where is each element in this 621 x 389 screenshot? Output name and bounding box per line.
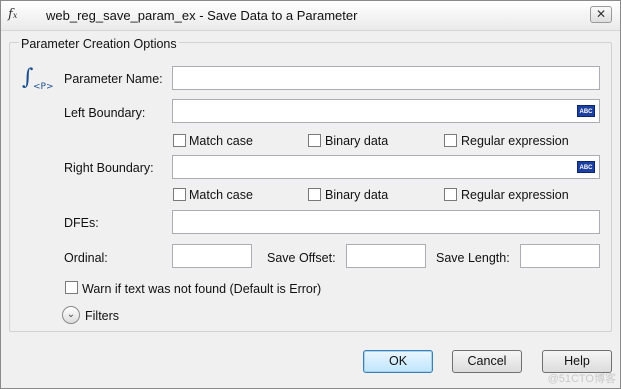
cancel-button[interactable]: Cancel [452,350,522,373]
save-offset-label: Save Offset: [267,251,336,265]
watermark: @51CTO博客 [547,373,616,385]
window-title: web_reg_save_param_ex - Save Data to a P… [46,8,358,23]
right-boundary-label: Right Boundary: [64,161,154,175]
parameter-icon-glyph: ∫ [22,65,34,90]
left-regex-label: Regular expression [461,134,569,148]
right-boundary-input[interactable] [172,155,600,179]
right-match-case-label: Match case [189,188,253,202]
ok-button[interactable]: OK [363,350,433,373]
group-label: Parameter Creation Options [19,37,179,51]
left-boundary-label: Left Boundary: [64,106,146,120]
filters-label[interactable]: Filters [85,309,119,323]
right-regex-checkbox[interactable] [444,188,457,201]
left-regex-checkbox[interactable] [444,134,457,147]
save-length-input[interactable] [520,244,600,268]
left-match-case-label: Match case [189,134,253,148]
left-boundary-text-button[interactable]: ABC [577,105,595,117]
right-match-case-checkbox[interactable] [173,188,186,201]
close-button[interactable]: ✕ [590,6,612,23]
parameter-name-input[interactable] [172,66,600,90]
parameter-icon: ∫ <P> [22,64,54,92]
right-regex-label: Regular expression [461,188,569,202]
warn-label: Warn if text was not found (Default is E… [82,282,322,296]
dialog-window: fx web_reg_save_param_ex - Save Data to … [0,0,621,389]
dfes-input[interactable] [172,210,600,234]
parameter-name-label: Parameter Name: [64,72,163,86]
ordinal-label: Ordinal: [64,251,108,265]
parameter-icon-sub: <P> [33,82,54,92]
save-length-label: Save Length: [436,251,510,265]
filters-expand-icon[interactable]: ⌄ [62,306,80,324]
function-icon: fx [8,7,18,22]
warn-checkbox[interactable] [65,281,78,294]
title-bar: fx web_reg_save_param_ex - Save Data to … [1,1,620,31]
left-binary-data-checkbox[interactable] [308,134,321,147]
left-boundary-input[interactable] [172,99,600,123]
right-boundary-text-button[interactable]: ABC [577,161,595,173]
right-binary-data-label: Binary data [325,188,389,202]
left-match-case-checkbox[interactable] [173,134,186,147]
ordinal-input[interactable] [172,244,252,268]
dfes-label: DFEs: [64,216,99,230]
right-binary-data-checkbox[interactable] [308,188,321,201]
left-binary-data-label: Binary data [325,134,389,148]
save-offset-input[interactable] [346,244,426,268]
